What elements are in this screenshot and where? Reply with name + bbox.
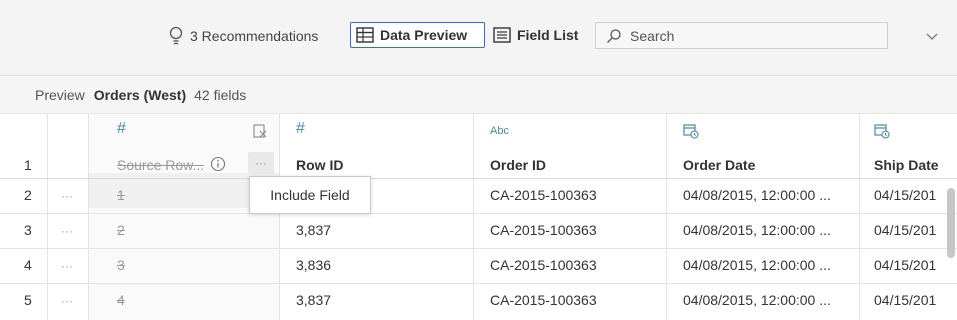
- data-grid: # # Abc 1 Source Row... ··· Row ID Order…: [0, 114, 957, 320]
- row-menu-icon[interactable]: ···: [61, 294, 73, 308]
- search-icon: [607, 28, 621, 43]
- data-preview-button[interactable]: Data Preview: [350, 22, 485, 48]
- grid-divider: [47, 114, 48, 320]
- grid-divider: [88, 114, 89, 320]
- header-divider: [0, 178, 957, 179]
- cell-source-row: 2: [117, 222, 125, 238]
- row-divider: [0, 248, 957, 249]
- column-header-row-id[interactable]: Row ID: [296, 157, 343, 173]
- row-number: 3: [24, 222, 32, 238]
- cell-order-id: CA-2015-100363: [490, 187, 597, 203]
- search-input[interactable]: [630, 27, 870, 44]
- row-menu-icon[interactable]: ···: [61, 189, 73, 203]
- cell-row-id: 3,837: [296, 292, 332, 308]
- cell-source-row: 3: [117, 257, 125, 273]
- number-type-icon: #: [296, 120, 305, 137]
- cell-order-date: 04/08/2015, 12:00:00 ...: [683, 292, 831, 308]
- cell-source-row: 1: [117, 187, 125, 203]
- search-box[interactable]: [595, 22, 888, 49]
- date-time-icon: [874, 124, 890, 139]
- column-header-ship-date[interactable]: Ship Date: [874, 157, 939, 173]
- row-menu-icon[interactable]: ···: [61, 224, 73, 238]
- grid-divider: [666, 114, 667, 320]
- cell-ship-date: 04/15/201: [874, 257, 937, 273]
- source-name: Orders (West): [93, 86, 187, 103]
- cell-order-id: CA-2015-100363: [490, 257, 597, 273]
- header-row-number: 1: [24, 157, 32, 173]
- column-header-order-date[interactable]: Order Date: [683, 157, 755, 173]
- string-type-icon: Abc: [490, 125, 509, 137]
- table-icon: [356, 27, 374, 43]
- cell-row-id: 3,837: [296, 222, 332, 238]
- exclude-field-icon[interactable]: [253, 124, 267, 138]
- row-number: 5: [24, 292, 32, 308]
- vertical-scrollbar[interactable]: [947, 188, 955, 258]
- list-icon: [493, 27, 511, 43]
- cell-order-date: 04/08/2015, 12:00:00 ...: [683, 222, 831, 238]
- cell-order-id: CA-2015-100363: [490, 222, 597, 238]
- column-header-source-row[interactable]: Source Row...: [117, 157, 204, 173]
- toolbar: 3 Recommendations Data Preview Field Lis…: [0, 0, 957, 76]
- recommendations-button[interactable]: 3 Recommendations: [168, 24, 318, 48]
- cell-ship-date: 04/15/201: [874, 292, 937, 308]
- info-icon[interactable]: [210, 156, 226, 172]
- cell-source-row: 4: [117, 292, 125, 308]
- grid-divider: [279, 114, 280, 320]
- number-type-icon: #: [117, 120, 126, 137]
- preview-bar: Preview Orders (West) 42 fields: [0, 76, 957, 114]
- cell-order-id: CA-2015-100363: [490, 292, 597, 308]
- cell-ship-date: 04/15/201: [874, 187, 937, 203]
- column-header-order-id[interactable]: Order ID: [490, 157, 546, 173]
- date-time-icon: [683, 124, 699, 139]
- cell-order-date: 04/08/2015, 12:00:00 ...: [683, 257, 831, 273]
- field-count: 42 fields: [194, 86, 247, 103]
- preview-label: Preview: [35, 86, 85, 103]
- row-divider: [0, 283, 957, 284]
- grid-divider: [473, 114, 474, 320]
- column-more-button[interactable]: ···: [248, 152, 274, 174]
- recommendations-label: 3 Recommendations: [190, 28, 319, 44]
- data-preview-label: Data Preview: [380, 27, 468, 43]
- include-field-label: Include Field: [270, 187, 350, 203]
- row-divider: [0, 213, 957, 214]
- excluded-column-bg: [89, 114, 279, 320]
- field-list-button[interactable]: Field List: [487, 22, 587, 48]
- lightbulb-icon: [169, 26, 183, 45]
- row-number: 2: [24, 187, 32, 203]
- cell-ship-date: 04/15/201: [874, 222, 937, 238]
- field-list-label: Field List: [517, 27, 579, 43]
- chevron-down-icon[interactable]: [924, 28, 940, 44]
- row-number: 4: [24, 257, 32, 273]
- more-options-icon: ···: [255, 156, 267, 170]
- cell-row-id: 3,836: [296, 257, 332, 273]
- row-menu-icon[interactable]: ···: [61, 259, 73, 273]
- grid-divider: [859, 114, 860, 320]
- include-field-tooltip[interactable]: Include Field: [249, 176, 371, 214]
- cell-order-date: 04/08/2015, 12:00:00 ...: [683, 187, 831, 203]
